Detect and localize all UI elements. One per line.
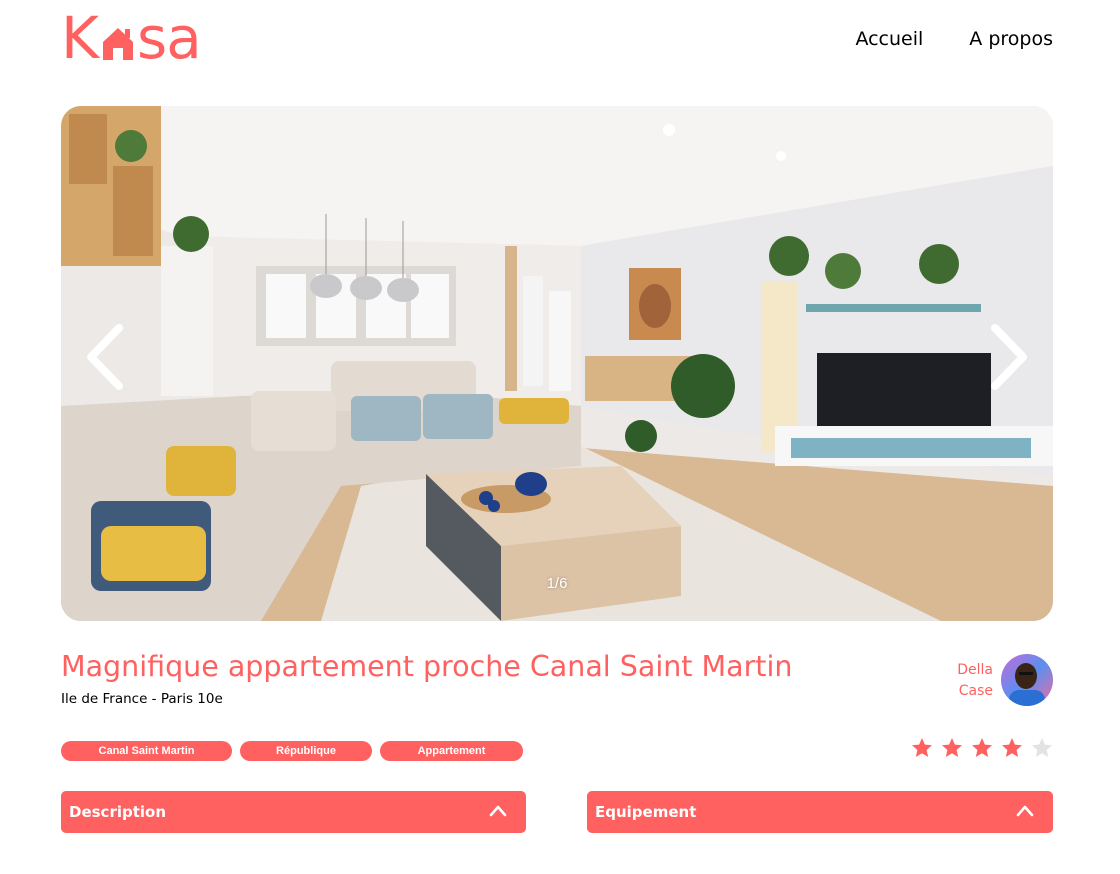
star-filled-icon [1002,738,1022,757]
star-filled-icon [972,738,992,757]
host-card: Della Case [853,654,1053,706]
tag-list: Canal Saint Martin République Appartemen… [61,741,523,761]
nav-link-about[interactable]: A propos [969,28,1053,50]
tag-item: République [240,741,372,761]
star-empty-icon [1032,738,1052,757]
description-collapse[interactable]: Description [61,791,526,833]
star-filled-icon [912,738,932,757]
photo-counter: 1/6 [546,575,568,592]
tag-item: Canal Saint Martin [61,741,232,761]
host-name: Della Case [913,660,993,702]
nav-link-home[interactable]: Accueil [855,28,923,50]
equipment-collapse[interactable]: Equipement [587,791,1053,833]
main-nav: Accueil A propos [855,28,1053,50]
site-header: K sa Accueil A propos [61,0,1053,90]
host-last-name: Case [958,683,993,699]
kasa-logo[interactable]: K sa [61,4,231,72]
host-first-name: Della [957,662,993,678]
equipment-collapse-label: Equipement [595,803,697,821]
listing-location: Ile de France - Paris 10e [61,691,223,707]
listing-title: Magnifique appartement proche Canal Sain… [61,650,793,683]
host-avatar [1001,654,1053,706]
description-collapse-label: Description [69,803,167,821]
logo-letter-k: K [61,4,99,72]
next-photo-arrow-icon[interactable] [985,322,1033,392]
chevron-up-icon[interactable] [488,802,508,818]
logo-letters-sa: sa [137,4,202,72]
photo-carousel: 1/6 [61,106,1053,621]
previous-photo-arrow-icon[interactable] [81,322,129,392]
chevron-up-icon[interactable] [1015,802,1035,818]
house-icon [99,10,137,66]
star-filled-icon [942,738,962,757]
star-rating [910,736,1054,760]
tag-item: Appartement [380,741,523,761]
living-room-photo [61,106,1053,621]
